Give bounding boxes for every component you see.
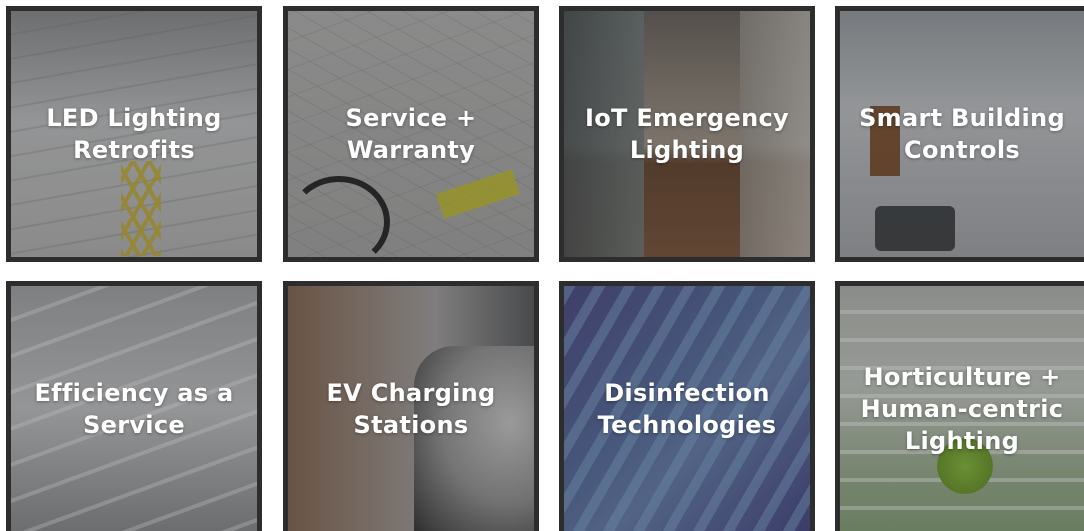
tile-led-lighting-retrofits[interactable]: LED Lighting Retrofits — [6, 6, 262, 262]
tile-efficiency-as-a-service[interactable]: Efficiency as a Service — [6, 281, 262, 531]
tile-label: Efficiency as a Service — [34, 378, 234, 439]
tile-label: IoT Emergency Lighting — [585, 104, 789, 164]
tile-label: Disinfection Technologies — [597, 378, 777, 439]
tile-label: Horticulture + Human-centric Lighting — [860, 362, 1064, 455]
tile-label: LED Lighting Retrofits — [46, 104, 222, 164]
tile-label: EV Charging Stations — [326, 378, 496, 439]
tile-disinfection-technologies[interactable]: Disinfection Technologies — [559, 281, 815, 531]
tile-label: Service + Warranty — [345, 104, 477, 164]
tile-horticulture-human-centric-lighting[interactable]: Horticulture + Human-centric Lighting — [835, 281, 1084, 531]
services-grid: LED Lighting Retrofits Service + Warrant… — [0, 0, 1084, 531]
tile-iot-emergency-lighting[interactable]: IoT Emergency Lighting — [559, 6, 815, 262]
tile-service-warranty[interactable]: Service + Warranty — [283, 6, 539, 262]
tile-smart-building-controls[interactable]: Smart Building Controls — [835, 6, 1084, 262]
tile-ev-charging-stations[interactable]: EV Charging Stations — [283, 281, 539, 531]
tile-label: Smart Building Controls — [859, 104, 1065, 164]
